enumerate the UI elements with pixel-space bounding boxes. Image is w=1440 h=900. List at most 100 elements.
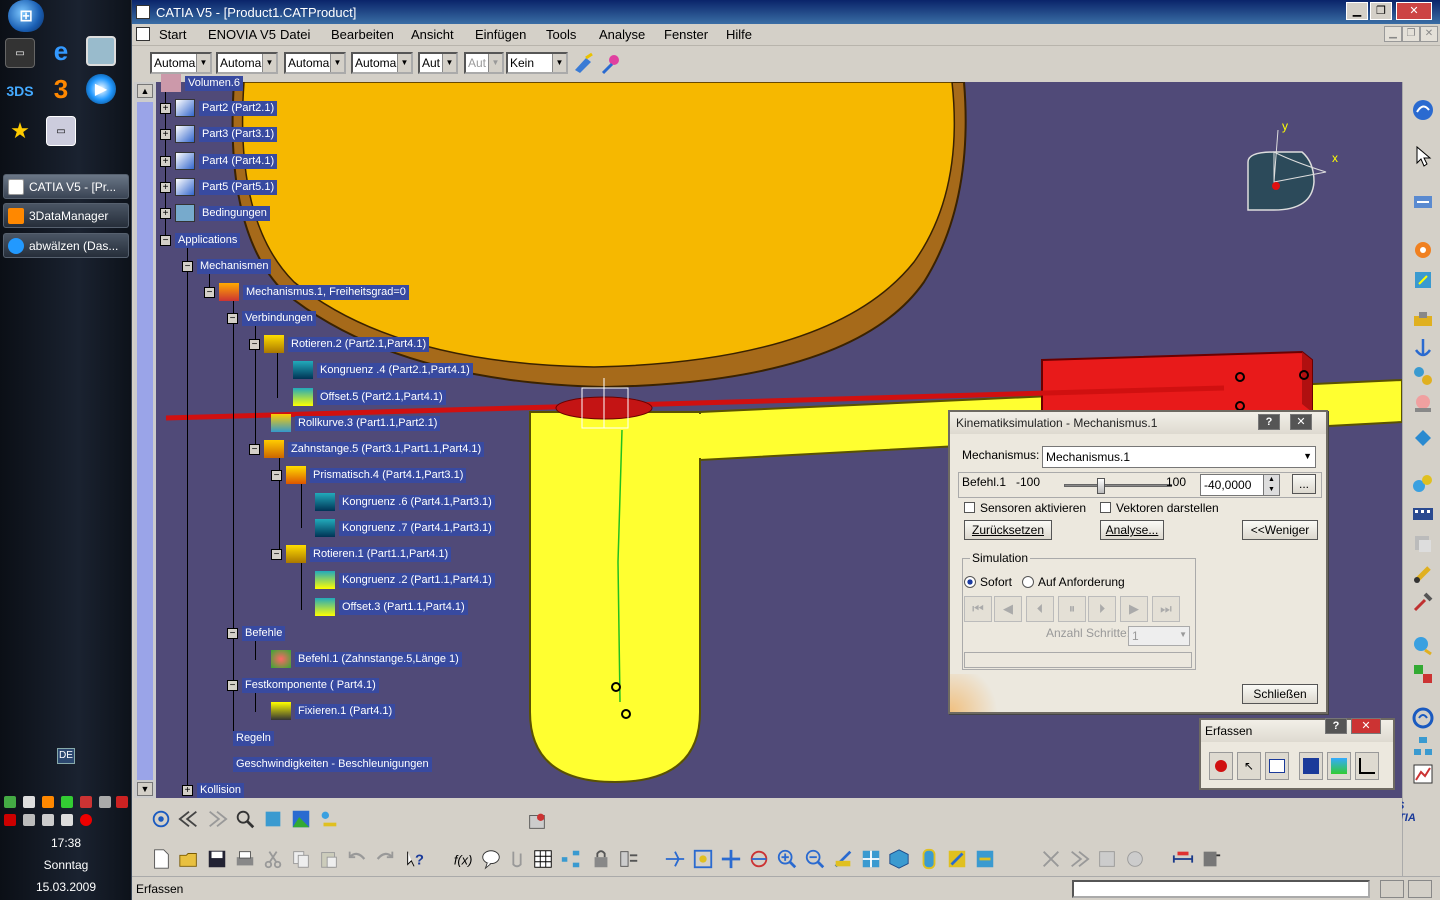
tray-security-icon[interactable] bbox=[80, 796, 92, 808]
menu-tools[interactable]: Tools bbox=[546, 27, 576, 42]
mixed-tool-icon[interactable] bbox=[1411, 662, 1435, 686]
step-forward-frame-icon[interactable]: ⏵ bbox=[1088, 596, 1116, 622]
menu-einfuegen[interactable]: Einfügen bbox=[475, 27, 526, 42]
mdi-minimize-button[interactable]: ▁ bbox=[1384, 26, 1402, 42]
measure-item-icon[interactable] bbox=[1200, 848, 1222, 870]
comment-icon[interactable] bbox=[480, 848, 502, 870]
restore-button[interactable]: ❐ bbox=[1370, 2, 1392, 20]
capture-edit-icon[interactable] bbox=[1355, 752, 1379, 780]
law-tool-icon[interactable] bbox=[1411, 472, 1435, 496]
format-painter-icon[interactable] bbox=[572, 52, 596, 76]
tray-sound-icon[interactable] bbox=[116, 796, 128, 808]
menu-start[interactable]: Start bbox=[159, 27, 186, 42]
menu-fenster[interactable]: Fenster bbox=[664, 27, 708, 42]
spinner-icon[interactable]: ▲ ▼ bbox=[1263, 475, 1279, 495]
rewind-icon[interactable] bbox=[178, 808, 200, 830]
collapse-icon[interactable]: − bbox=[160, 234, 171, 246]
internet-explorer-icon[interactable]: e bbox=[46, 36, 76, 66]
status-button-2[interactable] bbox=[1408, 880, 1432, 898]
iso-view-icon[interactable] bbox=[888, 848, 910, 870]
minimize-button[interactable]: ▁ bbox=[1346, 2, 1368, 20]
tray-printer-icon[interactable] bbox=[61, 814, 73, 826]
collapse-icon[interactable]: − bbox=[227, 312, 238, 324]
collapse-icon[interactable]: − bbox=[249, 443, 260, 455]
navigate-icon[interactable] bbox=[262, 808, 284, 830]
tray-battery-icon[interactable] bbox=[61, 796, 73, 808]
collapse-icon[interactable]: − bbox=[182, 260, 193, 272]
terrain-icon[interactable] bbox=[290, 808, 312, 830]
record-icon[interactable] bbox=[1209, 752, 1233, 780]
tree-node-rollkurve3[interactable]: Rollkurve.3 (Part1.1,Part2.1) bbox=[271, 414, 441, 432]
less-button[interactable]: <<Weniger bbox=[1242, 520, 1318, 540]
tree-node-offset5[interactable]: Offset.5 (Part2.1,Part4.1) bbox=[293, 388, 446, 406]
window-titlebar[interactable]: CATIA V5 - [Product1.CATProduct] ▁ ❐ ✕ bbox=[132, 0, 1440, 24]
tree-node-prismatisch4[interactable]: − Prismatisch.4 (Part4.1,Part3.1) bbox=[271, 466, 467, 484]
point-symbol-combo[interactable]: Aut ▼ bbox=[418, 52, 458, 74]
tree-node-bedingungen[interactable]: + Bedingungen bbox=[160, 204, 270, 222]
joint-tool-icon[interactable] bbox=[1411, 308, 1435, 332]
tree-node-befehl1[interactable]: Befehl.1 (Zahnstange.5,Länge 1) bbox=[271, 650, 462, 668]
3datamanager-icon[interactable]: 3 bbox=[46, 74, 76, 104]
collapse-icon[interactable]: − bbox=[227, 679, 238, 691]
table-icon[interactable] bbox=[532, 848, 554, 870]
tree-node-kongruenz2[interactable]: Kongruenz .2 (Part1.1,Part4.1) bbox=[315, 571, 495, 589]
anchor-tool-icon[interactable] bbox=[1411, 336, 1435, 360]
capture-image-icon[interactable] bbox=[1327, 752, 1351, 780]
tree-node-kongruenz6[interactable]: Kongruenz .6 (Part4.1,Part3.1) bbox=[315, 493, 495, 511]
device-icon[interactable]: ▭ bbox=[5, 38, 35, 68]
graphic-properties-icon[interactable] bbox=[600, 52, 624, 76]
fly-mode-icon[interactable] bbox=[150, 808, 172, 830]
tree-node-applications[interactable]: − Applications bbox=[160, 231, 241, 249]
tree-node-rotieren2[interactable]: − Rotieren.2 (Part2.1,Part4.1) bbox=[249, 335, 430, 353]
new-file-icon[interactable] bbox=[150, 848, 172, 870]
pause-icon[interactable]: ⏸ bbox=[1058, 596, 1086, 622]
close-button[interactable]: ✕ bbox=[1396, 2, 1432, 20]
menu-bearbeiten[interactable]: Bearbeiten bbox=[331, 27, 394, 42]
on-request-radio[interactable] bbox=[1022, 576, 1034, 588]
erfassen-help-button[interactable]: ? bbox=[1325, 718, 1347, 734]
media-player-icon[interactable]: ▶ bbox=[86, 74, 116, 104]
analysis-tool-icon[interactable] bbox=[1411, 634, 1435, 658]
tree-scrollbar[interactable]: ▲ ▼ bbox=[134, 82, 156, 798]
expand-icon[interactable]: + bbox=[160, 155, 171, 167]
zoom-in-icon[interactable] bbox=[776, 848, 798, 870]
print-icon[interactable] bbox=[234, 848, 256, 870]
step-back-icon[interactable]: ◀ bbox=[994, 596, 1022, 622]
revolute-tool-icon[interactable] bbox=[1411, 238, 1435, 262]
paste-icon[interactable] bbox=[318, 848, 340, 870]
tree-node-geschwindigkeiten[interactable]: Geschwindigkeiten - Beschleunigungen bbox=[233, 755, 432, 773]
swap-visible-icon[interactable] bbox=[974, 848, 996, 870]
tree-node-kongruenz4[interactable]: Kongruenz .4 (Part2.1,Part4.1) bbox=[293, 361, 473, 379]
tray-monitor-icon[interactable] bbox=[99, 796, 111, 808]
task-browser[interactable]: abwälzen (Das... bbox=[3, 233, 129, 258]
open-folder-icon[interactable] bbox=[178, 848, 200, 870]
tray-3d-icon[interactable] bbox=[42, 796, 54, 808]
task-3datamanager[interactable]: 3DataManager bbox=[3, 203, 129, 228]
tray-sync-icon[interactable] bbox=[23, 814, 35, 826]
redo-icon[interactable] bbox=[374, 848, 396, 870]
tree-node-offset3[interactable]: Offset.3 (Part1.1,Part4.1) bbox=[315, 598, 468, 616]
sensor-tool-icon[interactable] bbox=[1411, 268, 1435, 292]
collapse-icon[interactable]: − bbox=[204, 286, 215, 298]
language-indicator[interactable]: DE bbox=[57, 748, 75, 764]
tray-ati-icon[interactable] bbox=[4, 814, 16, 826]
tree-node-befehle[interactable]: − Befehle bbox=[227, 624, 286, 642]
linewidth-combo[interactable]: Automa ▼ bbox=[284, 52, 346, 74]
cut-icon[interactable] bbox=[262, 848, 284, 870]
linetype-combo[interactable]: Automa ▼ bbox=[351, 52, 413, 74]
catalog-icon[interactable] bbox=[526, 810, 548, 832]
analyse-button[interactable]: Analyse... bbox=[1100, 520, 1164, 540]
hide-show-icon[interactable] bbox=[946, 848, 968, 870]
pan-icon[interactable] bbox=[720, 848, 742, 870]
close-dialog-button[interactable]: Schließen bbox=[1242, 684, 1318, 704]
immediate-radio[interactable] bbox=[964, 576, 976, 588]
tree-node-mechanismus1[interactable]: − Mechanismus.1, Freiheitsgrad=0 bbox=[204, 283, 409, 301]
color-combo[interactable]: Automa ▼ bbox=[150, 52, 212, 74]
forward-icon[interactable] bbox=[206, 808, 228, 830]
scroll-track[interactable] bbox=[137, 102, 153, 780]
tree-node-kollision[interactable]: + Kollision bbox=[182, 781, 244, 799]
collapse-icon[interactable]: − bbox=[227, 627, 238, 639]
tree-node-regeln[interactable]: Regeln bbox=[233, 729, 274, 747]
menu-ansicht[interactable]: Ansicht bbox=[411, 27, 454, 42]
kinematics-tool-icon[interactable] bbox=[1411, 190, 1435, 214]
